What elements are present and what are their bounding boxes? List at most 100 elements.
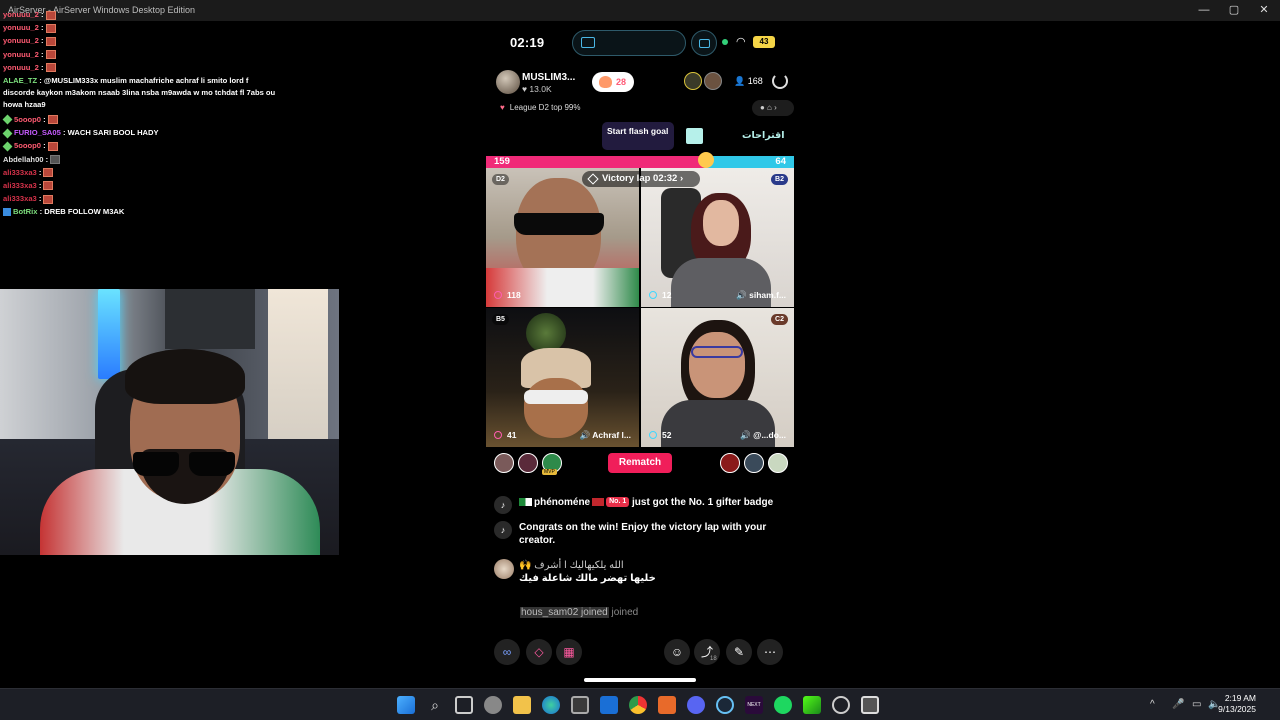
next-icon[interactable]: NEXT: [745, 696, 763, 714]
top-viewer-avatar[interactable]: [704, 72, 722, 90]
chat-text: : WACH SARI BOOL HADY: [62, 128, 159, 138]
supporter-avatar[interactable]: [768, 453, 788, 473]
home-indicator[interactable]: [584, 678, 696, 682]
multi-guest-icon[interactable]: ◇: [526, 639, 552, 665]
chat-text: :: [41, 49, 44, 59]
host-avatar[interactable]: [496, 70, 520, 94]
screen-mirror-pill[interactable]: [572, 30, 686, 56]
flag-icon: [592, 498, 605, 507]
guest-tile[interactable]: D2 118: [486, 168, 639, 307]
supporter-avatar[interactable]: [518, 453, 538, 473]
chat-message: ali333xa3 :: [0, 179, 280, 192]
start-icon[interactable]: [397, 696, 415, 714]
kick-icon[interactable]: [803, 696, 821, 714]
mic-icon[interactable]: 🎤: [1172, 699, 1184, 710]
points-icon: [494, 291, 502, 299]
top-viewer-avatar[interactable]: [684, 72, 702, 90]
chat-username: yonuuu_2: [3, 62, 39, 72]
gift-icon[interactable]: [686, 128, 703, 144]
gifter-name[interactable]: phénoméne: [534, 497, 590, 508]
chat-username: BotRix: [13, 207, 38, 217]
emote-icon: [43, 194, 54, 204]
emote-icon: [45, 63, 56, 73]
screen-mirror-icon: [581, 37, 595, 48]
chat-text: :: [41, 23, 44, 33]
system-message: ♪ Congrats on the win! Enjoy the victory…: [494, 521, 794, 547]
chat-username: yonuuu_2: [3, 49, 39, 59]
sunglasses: [514, 213, 604, 235]
more-icon[interactable]: ⋯: [757, 639, 783, 665]
edit-icon[interactable]: ✎: [726, 639, 752, 665]
comment-icon[interactable]: ☺: [664, 639, 690, 665]
host-name[interactable]: MUSLIM3...: [522, 72, 575, 83]
link-icon[interactable]: ∞: [494, 639, 520, 665]
host-likes-count: 13.0K: [529, 84, 552, 94]
follow-button[interactable]: 28: [592, 72, 634, 92]
supporter-avatar[interactable]: [744, 453, 764, 473]
comment: الله يلكيهاليك ا أشرف 🙌 خليها تهضر مالك …: [494, 559, 794, 585]
supporter-avatar[interactable]: [494, 453, 514, 473]
guest-tile[interactable]: C2 52 🔊 @...do...: [641, 308, 794, 447]
supporter-avatar[interactable]: [720, 453, 740, 473]
minimize-button[interactable]: —: [1188, 0, 1220, 21]
guest-points-value: 41: [507, 430, 517, 440]
chat-username: 5ooop0: [14, 141, 42, 151]
network-icon[interactable]: ▭: [1192, 699, 1201, 710]
share-count: 18: [710, 656, 717, 662]
league-text: League D2 top 99%: [509, 103, 581, 112]
guest-points-value: 12: [662, 290, 672, 300]
maximize-button[interactable]: ▢: [1218, 0, 1250, 21]
spotify-icon[interactable]: [774, 696, 792, 714]
edge-icon[interactable]: [542, 696, 560, 714]
discord-icon[interactable]: [687, 696, 705, 714]
commenter-name[interactable]: الله يلكيهاليك ا أشرف 🙌: [519, 559, 794, 572]
search-icon[interactable]: ⌕: [426, 696, 444, 714]
guest-name-text: siham.f...: [749, 290, 786, 300]
league-label[interactable]: ♥ League D2 top 99%: [500, 103, 580, 112]
chevron-up-icon[interactable]: ^: [1150, 699, 1155, 710]
guest-face: [689, 332, 745, 398]
app-icon[interactable]: [832, 696, 850, 714]
guest-tile[interactable]: B2 12 🔊 siham.f...: [641, 168, 794, 307]
chat-username: yonuuu_2: [3, 10, 39, 19]
airserver-icon[interactable]: [861, 696, 879, 714]
wall-poster: [165, 289, 255, 349]
rematch-button[interactable]: Rematch: [608, 453, 672, 473]
taskbar-clock[interactable]: 2:19 AM 9/13/2025: [1218, 693, 1256, 715]
top-viewers[interactable]: [684, 72, 724, 92]
outlook-icon[interactable]: [600, 696, 618, 714]
apps-icon[interactable]: ▦: [556, 639, 582, 665]
chat-username: yonuuu_2: [3, 23, 39, 33]
wifi-icon: ◠: [736, 36, 746, 48]
taskbar: ⌕ NEXT ^ 🎤 ▭ 🔈 2:19 AM 9/13/2025: [0, 688, 1280, 720]
file-explorer-icon[interactable]: [513, 696, 531, 714]
steam-icon[interactable]: [716, 696, 734, 714]
start-flash-goal-button[interactable]: Start flash goal: [602, 122, 674, 150]
tiktok-icon: ♪: [494, 496, 512, 514]
store-icon[interactable]: [571, 696, 589, 714]
chrome-icon[interactable]: [629, 696, 647, 714]
chat-message: yonuuu_2 :: [0, 61, 280, 74]
chat-username: yonuuu_2: [3, 36, 39, 46]
glasses: [691, 346, 743, 358]
victory-lap-banner[interactable]: Victory lap 02:32 ›: [582, 171, 700, 187]
guest-tile[interactable]: B5 41 🔊 Achraf l...: [486, 308, 639, 447]
commenter-avatar[interactable]: [494, 559, 514, 579]
multitask-pill[interactable]: [691, 30, 717, 56]
close-button[interactable]: ✕: [1248, 0, 1280, 21]
status-bar: 02:19 ◠ 43: [486, 22, 794, 62]
joined-text: joined: [611, 607, 639, 618]
score-right: 64: [775, 156, 786, 167]
settings-icon[interactable]: [484, 696, 502, 714]
ableton-icon[interactable]: [658, 696, 676, 714]
victory-timer: 02:32: [653, 173, 678, 184]
explore-pill[interactable]: ● ⌂ ›: [752, 100, 794, 116]
points-icon: [649, 431, 657, 439]
suggestions-button[interactable]: اقتراحات: [742, 130, 784, 141]
chat-username: ALAE_TZ: [3, 75, 38, 85]
power-icon[interactable]: [772, 73, 788, 89]
viewer-count[interactable]: 👤 168: [734, 76, 763, 87]
task-view-icon[interactable]: [455, 696, 473, 714]
sunglasses: [524, 390, 588, 404]
chat-text: :: [43, 141, 46, 151]
